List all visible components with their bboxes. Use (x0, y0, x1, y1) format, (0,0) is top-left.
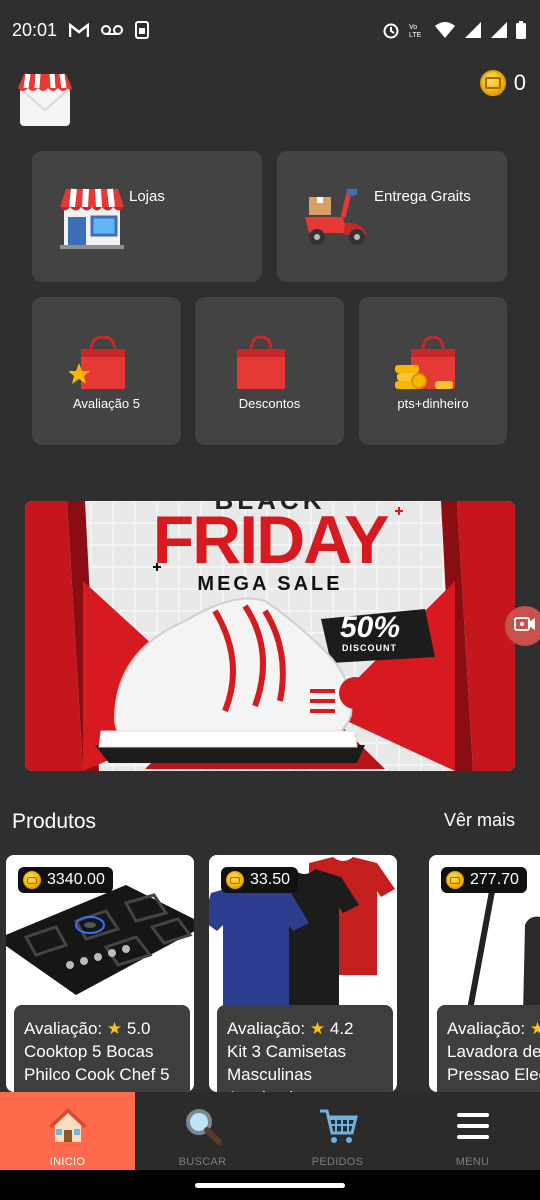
system-gesture-area (0, 1170, 540, 1200)
product-name-line: Kit 3 Camisetas (227, 1042, 347, 1061)
star-icon: ★ (309, 1019, 326, 1038)
nav-item-buscar[interactable]: BUSCAR (135, 1092, 270, 1170)
bag-star-icon (68, 335, 129, 396)
status-bar: 20:01 Vo LTE (0, 0, 540, 60)
svg-text:LTE: LTE (409, 32, 422, 39)
home-icon (48, 1106, 88, 1146)
nav-item-inicio[interactable]: INICIO (0, 1092, 135, 1170)
coin-icon (479, 70, 506, 96)
coin-balance: 0 (479, 70, 526, 96)
app-header: 0 (0, 64, 540, 134)
product-name-line: Lavadora de (447, 1042, 540, 1061)
coin-icon (23, 871, 41, 889)
bottom-navigation: INICIO BUSCAR PEDIDOS MENU (0, 1092, 540, 1170)
store-icon (60, 183, 124, 254)
product-name-line: Philco Cook Chef 5 (24, 1065, 170, 1084)
product-price: 3340.00 (47, 871, 105, 888)
alarm-icon (382, 21, 400, 39)
coin-icon (446, 871, 464, 889)
category-label: pts+dinheiro (397, 396, 469, 411)
category-label: Entrega Graits (374, 188, 471, 205)
magnifier-icon (183, 1106, 223, 1146)
hamburger-icon (453, 1106, 493, 1146)
product-info: Avaliação: ★ 4.2 Kit 3 Camisetas Masculi… (217, 1005, 393, 1092)
scooter-icon (303, 183, 371, 252)
volte-icon: Vo LTE (408, 21, 426, 39)
nav-label: MENU (455, 1156, 490, 1168)
bag-coins-icon (395, 335, 457, 396)
price-badge: 3340.00 (18, 867, 113, 893)
nav-item-menu[interactable]: MENU (405, 1092, 540, 1170)
rating-label: Avaliação: (447, 1019, 526, 1038)
nav-item-pedidos[interactable]: PEDIDOS (270, 1092, 405, 1170)
product-info: Avaliação: ★ 5.0 Cooktop 5 Bocas Philco … (14, 1005, 190, 1092)
nav-label: PEDIDOS (311, 1156, 364, 1168)
category-descontos[interactable]: Descontos (195, 297, 344, 445)
bag-icon (235, 335, 287, 396)
signal-icon (490, 21, 508, 39)
video-call-button[interactable] (505, 606, 540, 646)
product-price: 33.50 (250, 871, 291, 888)
product-rating-row: Avaliação: ★ (447, 1017, 540, 1040)
wifi-icon (434, 21, 456, 39)
category-label: Lojas (129, 188, 165, 205)
banner-discount-label: DISCOUNT (342, 643, 397, 653)
category-lojas[interactable]: Lojas (32, 151, 262, 282)
product-name-line: Masculinas Academia (227, 1065, 313, 1092)
sim-app-icon (135, 21, 150, 39)
gmail-icon (69, 22, 90, 38)
status-time: 20:01 (12, 19, 58, 40)
product-rating-row: Avaliação: ★ 4.2 (227, 1017, 383, 1040)
promo-banner[interactable]: BLACK FRIDAY MEGA SALE 50% DISCOUNT (25, 501, 515, 771)
banner-line-mega-sale: MEGA SALE (197, 573, 343, 595)
rating-label: Avaliação: (227, 1019, 306, 1038)
product-info: Avaliação: ★ Lavadora de Pressao Elec (437, 1005, 540, 1092)
product-price: 277.70 (470, 871, 519, 888)
see-more-link[interactable]: Vêr mais (444, 810, 515, 831)
price-badge: 277.70 (441, 867, 527, 893)
product-rating-row: Avaliação: ★ 5.0 (24, 1017, 180, 1040)
svg-text:Vo: Vo (409, 24, 417, 31)
coin-icon (226, 871, 244, 889)
nav-label: INICIO (49, 1156, 86, 1168)
products-section-title: Produtos (12, 810, 97, 833)
banner-discount-percent: 50% (340, 611, 401, 644)
rating-value: 5.0 (126, 1019, 151, 1038)
category-avaliacao-5[interactable]: Avaliação 5 (32, 297, 181, 445)
star-icon: ★ (529, 1019, 540, 1038)
product-card[interactable]: 3340.00 Avaliação: ★ 5.0 Cooktop 5 Bocas… (6, 855, 194, 1092)
star-icon: ★ (106, 1019, 123, 1038)
product-name-line: Cooktop 5 Bocas (24, 1042, 154, 1061)
home-gesture-bar[interactable] (195, 1183, 345, 1188)
coin-balance-value: 0 (513, 70, 526, 95)
rating-value: 4.2 (329, 1019, 354, 1038)
category-label: Descontos (238, 396, 301, 411)
rating-label: Avaliação: (24, 1019, 103, 1038)
video-camera-icon (514, 616, 536, 637)
price-badge: 33.50 (221, 867, 299, 893)
product-card[interactable]: 277.70 Avaliação: ★ Lavadora de Pressao … (429, 855, 540, 1092)
store-logo-icon[interactable] (16, 70, 74, 126)
voicemail-icon (101, 24, 124, 36)
nav-label: BUSCAR (178, 1156, 227, 1168)
signal-icon (464, 21, 482, 39)
product-name-line: Pressao Elec (447, 1065, 540, 1084)
category-entrega-gratis[interactable]: Entrega Graits (277, 151, 507, 282)
product-card[interactable]: 33.50 Avaliação: ★ 4.2 Kit 3 Camisetas M… (209, 855, 397, 1092)
category-pts-dinheiro[interactable]: pts+dinheiro (359, 297, 507, 445)
category-label: Avaliação 5 (73, 396, 140, 411)
products-carousel[interactable]: 3340.00 Avaliação: ★ 5.0 Cooktop 5 Bocas… (0, 855, 540, 1092)
banner-line-friday: FRIDAY (152, 502, 390, 578)
cart-icon (318, 1106, 358, 1146)
battery-icon (516, 21, 526, 39)
